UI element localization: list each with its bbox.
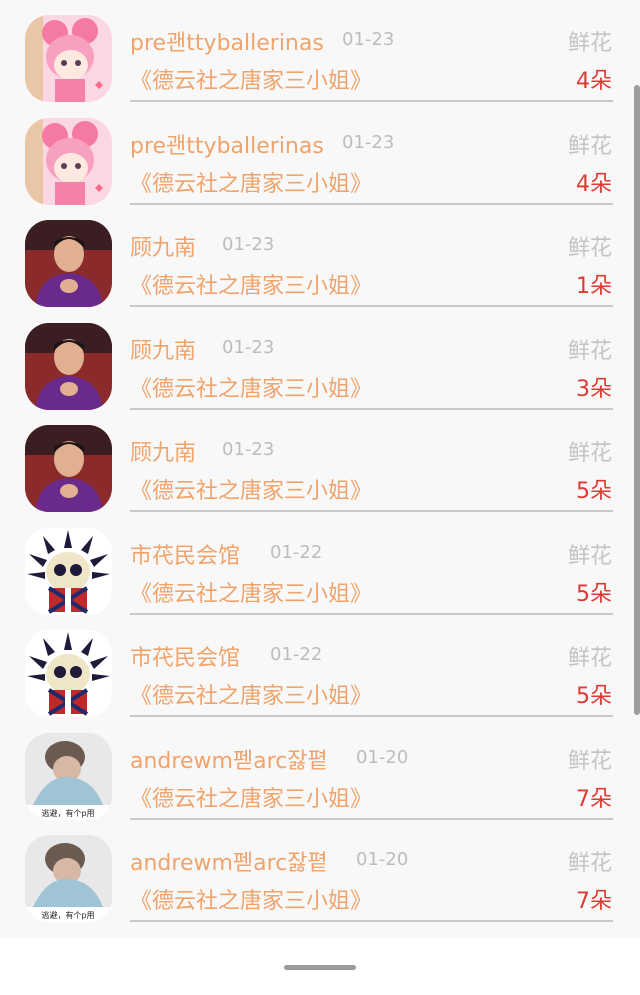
- gift-date: 01-23: [222, 439, 275, 460]
- man-purple-robe-icon: [25, 425, 112, 512]
- book-title[interactable]: 《德云社之唐家三小姐》: [130, 781, 372, 813]
- gift-date: 01-23: [222, 234, 275, 255]
- child-photo-icon: 逃避，有个p用: [25, 732, 112, 820]
- user-name[interactable]: pre괜ttyballerinas: [130, 25, 324, 57]
- spiky-skull-icon: [25, 630, 112, 717]
- gift-count: 5朵: [576, 479, 612, 504]
- gift-date: 01-20: [356, 849, 409, 870]
- gift-type-label: 鲜花: [567, 236, 612, 261]
- user-name[interactable]: 顾九南: [130, 230, 196, 262]
- gift-date: 01-22: [270, 644, 323, 665]
- user-name[interactable]: 市䒫民会馆: [130, 538, 240, 570]
- user-name[interactable]: 顾九南: [130, 435, 196, 467]
- avatar[interactable]: 逃避，有个p用: [25, 732, 112, 820]
- home-indicator[interactable]: [284, 965, 356, 970]
- gift-count: 1朵: [576, 274, 612, 299]
- book-title[interactable]: 《德云社之唐家三小姐》: [130, 883, 372, 915]
- book-title[interactable]: 《德云社之唐家三小姐》: [130, 166, 372, 198]
- list-item[interactable]: pre괜ttyballerinas 01-23 鲜花 《德云社之唐家三小姐》 4…: [0, 103, 640, 206]
- avatar[interactable]: [25, 322, 112, 410]
- gift-type-label: 鲜花: [567, 338, 612, 364]
- user-name[interactable]: andrewm펟arc잟폍: [130, 743, 328, 775]
- man-purple-robe-icon: [25, 220, 112, 307]
- book-title[interactable]: 《德云社之唐家三小姐》: [130, 473, 372, 505]
- avatar[interactable]: [25, 220, 112, 307]
- avatar[interactable]: [25, 117, 112, 205]
- list-item[interactable]: 市䒫民会馆 01-22 鲜花 《德云社之唐家三小姐》 5朵: [0, 513, 640, 616]
- avatar[interactable]: [25, 15, 112, 102]
- pink-anime-girl-icon: [25, 15, 112, 102]
- list-item[interactable]: 顾九南 01-23 鲜花 《德云社之唐家三小姐》 1朵: [0, 205, 640, 308]
- screen: pre괜ttyballerinas 01-23 鲜花 《德云社之唐家三小姐》 4…: [0, 0, 640, 995]
- gift-type-label: 鲜花: [567, 543, 612, 569]
- gift-count: 7朵: [576, 786, 612, 812]
- gift-count: 4朵: [576, 171, 612, 197]
- book-title[interactable]: 《德云社之唐家三小姐》: [130, 371, 372, 403]
- gift-count: 5朵: [576, 581, 612, 607]
- pink-anime-girl-icon: [25, 117, 112, 205]
- list-item[interactable]: 顾九南 01-23 鲜花 《德云社之唐家三小姐》 5朵: [0, 410, 640, 513]
- book-title[interactable]: 《德云社之唐家三小姐》: [130, 268, 372, 300]
- gift-type-label: 鲜花: [567, 31, 612, 56]
- avatar-caption: 逃避，有个p用: [41, 808, 94, 818]
- man-purple-robe-icon: [25, 322, 112, 410]
- spiky-skull-icon: [25, 527, 112, 615]
- avatar[interactable]: [25, 425, 112, 512]
- gift-type-label: 鲜花: [567, 851, 612, 876]
- list-item[interactable]: pre괜ttyballerinas 01-23 鲜花 《德云社之唐家三小姐》 4…: [0, 0, 640, 103]
- user-name[interactable]: 顾九南: [130, 333, 196, 365]
- list-item[interactable]: 顾九南 01-23 鲜花 《德云社之唐家三小姐》 3朵: [0, 308, 640, 411]
- avatar-caption: 逃避，有个p用: [41, 910, 94, 920]
- avatar[interactable]: 逃避，有个p用: [25, 835, 112, 922]
- avatar[interactable]: [25, 527, 112, 615]
- user-name[interactable]: pre괜ttyballerinas: [130, 128, 324, 160]
- navigation-bar: [0, 938, 640, 995]
- book-title[interactable]: 《德云社之唐家三小姐》: [130, 576, 372, 608]
- gift-date: 01-20: [356, 746, 409, 768]
- gift-type-label: 鲜花: [567, 441, 612, 466]
- gift-record-list[interactable]: pre괜ttyballerinas 01-23 鲜花 《德云社之唐家三小姐》 4…: [0, 0, 640, 923]
- gift-type-label: 鲜花: [567, 646, 612, 671]
- divider: [130, 920, 613, 922]
- avatar[interactable]: [25, 630, 112, 717]
- gift-count: 3朵: [576, 376, 612, 402]
- gift-type-label: 鲜花: [567, 133, 612, 159]
- gift-date: 01-23: [342, 29, 395, 50]
- scrollbar[interactable]: [634, 85, 640, 715]
- list-item[interactable]: 逃避，有个p用 andrewm펟arc잟폍 01-20 鲜花 《德云社之唐家三小…: [0, 718, 640, 821]
- child-photo-icon: 逃避，有个p用: [25, 835, 112, 922]
- gift-count: 4朵: [576, 69, 612, 94]
- gift-count: 5朵: [576, 684, 612, 709]
- list-item[interactable]: 逃避，有个p用 andrewm펟arc잟폍 01-20 鲜花 《德云社之唐家三小…: [0, 820, 640, 923]
- user-name[interactable]: andrewm펟arc잟폍: [130, 845, 328, 877]
- book-title[interactable]: 《德云社之唐家三小姐》: [130, 63, 372, 95]
- book-title[interactable]: 《德云社之唐家三小姐》: [130, 678, 372, 710]
- gift-type-label: 鲜花: [567, 748, 612, 774]
- user-name[interactable]: 市䒫民会馆: [130, 640, 240, 672]
- gift-count: 7朵: [576, 889, 612, 914]
- gift-date: 01-22: [270, 541, 323, 563]
- gift-date: 01-23: [342, 131, 395, 153]
- gift-date: 01-23: [222, 336, 275, 358]
- list-item[interactable]: 市䒫民会馆 01-22 鲜花 《德云社之唐家三小姐》 5朵: [0, 615, 640, 718]
